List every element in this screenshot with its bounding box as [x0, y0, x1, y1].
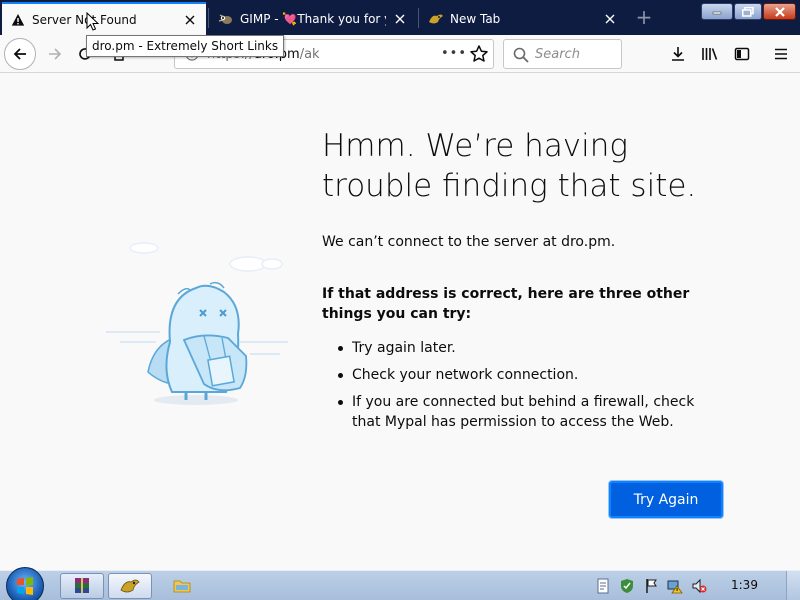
folder-icon: [173, 580, 191, 593]
download-icon: [672, 47, 684, 61]
start-button[interactable]: [6, 567, 44, 600]
suggestions-list: Try again later. Check your network conn…: [322, 338, 722, 439]
taskbar-winrar[interactable]: [60, 573, 104, 599]
try-again-button[interactable]: Try Again: [609, 481, 723, 518]
close-tab-icon[interactable]: [392, 11, 408, 27]
close-tab-icon[interactable]: [182, 12, 198, 28]
error-page: Hmm. We’re having trouble finding that s…: [0, 74, 800, 570]
taskbar-explorer[interactable]: [160, 573, 204, 599]
mypal-icon: [428, 11, 444, 27]
action-center-flag-icon[interactable]: [643, 578, 659, 594]
tab-separator: [418, 8, 419, 28]
tab-label: Server Not Found: [32, 12, 137, 27]
minimize-icon: [712, 11, 722, 14]
security-shield-icon[interactable]: [619, 578, 635, 594]
windows-logo-icon: [17, 577, 33, 595]
restore-icon: [742, 6, 754, 17]
close-tab-icon[interactable]: [602, 11, 618, 27]
tab-gimp[interactable]: GIMP - 💘Thank you for yo: [210, 2, 416, 35]
arrow-left-icon: [13, 48, 26, 60]
mouse-cursor-icon: [86, 12, 100, 31]
tab-new-tab[interactable]: New Tab: [420, 2, 626, 35]
tab-label: New Tab: [450, 11, 501, 26]
search-bar[interactable]: Search: [503, 39, 622, 69]
minimize-button[interactable]: [701, 3, 733, 20]
link-tooltip: dro.pm - Extremely Short Links: [86, 35, 285, 57]
tab-server-not-found[interactable]: Server Not Found: [2, 2, 206, 35]
windows-taskbar: 1:39: [0, 567, 800, 600]
url-path: /ak: [299, 47, 320, 62]
close-icon: [774, 6, 785, 17]
gimp-icon: [218, 11, 234, 27]
search-placeholder: Search: [535, 47, 580, 62]
document-icon[interactable]: [595, 578, 611, 594]
suggestion-item: Check your network connection.: [322, 365, 722, 385]
hamburger-menu-icon: [775, 48, 787, 60]
tab-label: GIMP - 💘Thank you for yo: [240, 11, 386, 26]
warning-icon: [10, 12, 26, 28]
search-icon: [513, 47, 529, 63]
volume-muted-icon[interactable]: [691, 578, 707, 594]
error-title: Hmm. We’re having trouble finding that s…: [322, 128, 697, 204]
menu-button[interactable]: [766, 39, 796, 69]
close-window-button[interactable]: [763, 3, 796, 20]
suggestions-heading: If that address is correct, here are thr…: [322, 286, 690, 322]
suggestion-item: Try again later.: [322, 338, 722, 358]
network-error-illustration: [106, 242, 288, 405]
new-tab-button[interactable]: +: [632, 6, 656, 30]
forward-button[interactable]: [40, 39, 70, 69]
taskbar-mypal[interactable]: [108, 573, 152, 599]
winrar-icon: [75, 578, 89, 593]
bookmark-star-icon[interactable]: [469, 44, 489, 64]
suggestion-item: If you are connected but behind a firewa…: [322, 392, 722, 432]
network-warning-icon[interactable]: [667, 578, 683, 594]
page-actions-icon[interactable]: •••: [441, 47, 466, 61]
restore-button[interactable]: [734, 3, 762, 20]
tab-separator: [208, 8, 209, 28]
sidebar-icon: [734, 47, 750, 61]
downloads-button[interactable]: [663, 39, 693, 69]
error-description: We can’t connect to the server at dro.pm…: [322, 234, 616, 250]
sidebar-button[interactable]: [727, 39, 757, 69]
library-icon: [702, 48, 718, 60]
library-button[interactable]: [695, 39, 725, 69]
taskbar-clock[interactable]: 1:39: [731, 578, 758, 592]
show-desktop-button[interactable]: [786, 571, 800, 600]
system-tray: [595, 575, 715, 597]
tab-strip: Server Not Found GIMP - 💘Thank you for y…: [0, 0, 800, 35]
back-button[interactable]: [4, 38, 36, 70]
mypal-icon: [120, 579, 140, 593]
arrow-right-icon: [49, 48, 62, 60]
